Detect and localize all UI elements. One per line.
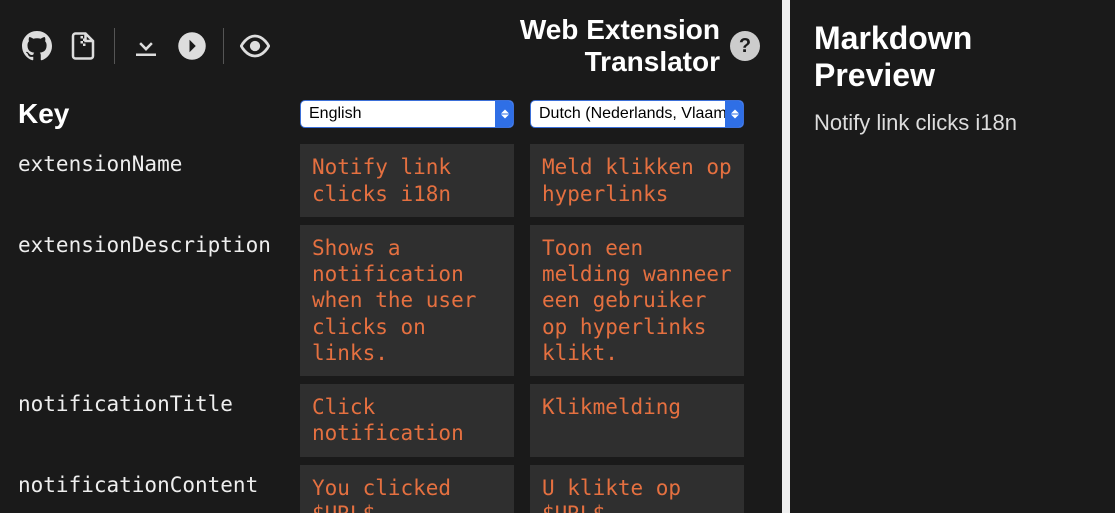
source-cell[interactable]: Shows a notification when the user click…: [300, 225, 514, 376]
app-title-line1: Web Extension: [520, 14, 720, 46]
translation-rows: extensionName Notify link clicks i18n Me…: [0, 140, 782, 513]
target-cell[interactable]: Toon een melding wanneer een gebruiker o…: [530, 225, 744, 376]
table-row: extensionName Notify link clicks i18n Me…: [0, 140, 782, 221]
github-icon[interactable]: [22, 31, 52, 61]
apply-arrow-icon[interactable]: [177, 31, 207, 61]
key-cell: extensionDescription: [18, 225, 292, 376]
source-cell[interactable]: You clicked $URL$.: [300, 465, 514, 513]
source-cell[interactable]: Notify link clicks i18n: [300, 144, 514, 217]
key-cell: extensionName: [18, 144, 292, 217]
target-cell[interactable]: Meld klikken op hyperlinks: [530, 144, 744, 217]
table-row: notificationContent You clicked $URL$. U…: [0, 461, 782, 513]
toolbar: Web Extension Translator ?: [0, 0, 782, 88]
target-cell[interactable]: U klikte op $URL$: [530, 465, 744, 513]
target-cell[interactable]: Klikmelding: [530, 384, 744, 457]
column-headers: Key: [0, 88, 782, 140]
app-title-line2: Translator: [520, 46, 720, 78]
help-icon[interactable]: ?: [730, 31, 760, 61]
source-language-select[interactable]: [300, 100, 514, 128]
eye-icon[interactable]: [240, 31, 270, 61]
download-icon[interactable]: [131, 31, 161, 61]
table-row: extensionDescription Shows a notificatio…: [0, 221, 782, 380]
key-cell: notificationContent: [18, 465, 292, 513]
target-language-select[interactable]: [530, 100, 744, 128]
key-cell: notificationTitle: [18, 384, 292, 457]
preview-content: Notify link clicks i18n: [814, 110, 1091, 136]
key-column-header: Key: [18, 98, 292, 130]
preview-title: Markdown Preview: [814, 20, 1091, 94]
source-cell[interactable]: Click notification: [300, 384, 514, 457]
app-title: Web Extension Translator: [520, 14, 720, 78]
table-row: notificationTitle Click notification Kli…: [0, 380, 782, 461]
zip-file-icon[interactable]: [68, 31, 98, 61]
toolbar-separator: [114, 28, 115, 64]
toolbar-separator: [223, 28, 224, 64]
preview-panel: Markdown Preview Notify link clicks i18n: [782, 0, 1115, 513]
